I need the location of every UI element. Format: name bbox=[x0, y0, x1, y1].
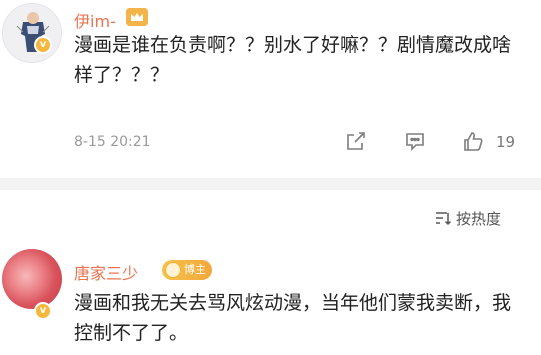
author-badge-icon bbox=[165, 262, 181, 278]
verified-badge-icon: v bbox=[34, 36, 52, 54]
comment-icon[interactable] bbox=[404, 130, 426, 152]
comment-item: v 唐家三少 博主 漫画和我无关去骂风炫动漫，当年他们蒙我卖断，我控制不了了。 bbox=[0, 246, 541, 355]
like-count: 19 bbox=[496, 133, 516, 151]
sort-icon bbox=[436, 212, 452, 226]
username[interactable]: 伊im- bbox=[74, 8, 116, 32]
section-divider bbox=[0, 178, 541, 190]
comment-text: 漫画和我无关去骂风炫动漫，当年他们蒙我卖断，我控制不了了。 bbox=[74, 292, 512, 344]
author-badge-label: 博主 bbox=[184, 263, 206, 276]
verified-badge-icon: v bbox=[34, 302, 52, 320]
like-icon[interactable] bbox=[462, 130, 484, 152]
comment-item: v 伊im- 漫画是谁在负责啊？？别水了好嘛？？剧情魔改成啥样了？？？ 8-15… bbox=[0, 0, 541, 176]
avatar[interactable] bbox=[2, 3, 62, 63]
sort-label: 按热度 bbox=[456, 209, 502, 228]
username[interactable]: 唐家三少 bbox=[74, 260, 138, 284]
comment-timestamp: 8-15 20:21 bbox=[74, 134, 151, 150]
sort-by-hot-button[interactable]: 按热度 bbox=[434, 207, 501, 229]
member-crown-icon bbox=[126, 8, 148, 26]
avatar-illustration-icon bbox=[3, 4, 61, 62]
avatar[interactable] bbox=[2, 249, 62, 309]
author-badge: 博主 bbox=[162, 260, 212, 280]
share-icon[interactable] bbox=[345, 130, 367, 152]
comment-text: 漫画是谁在负责啊？？别水了好嘛？？剧情魔改成啥样了？？？ bbox=[74, 34, 512, 86]
